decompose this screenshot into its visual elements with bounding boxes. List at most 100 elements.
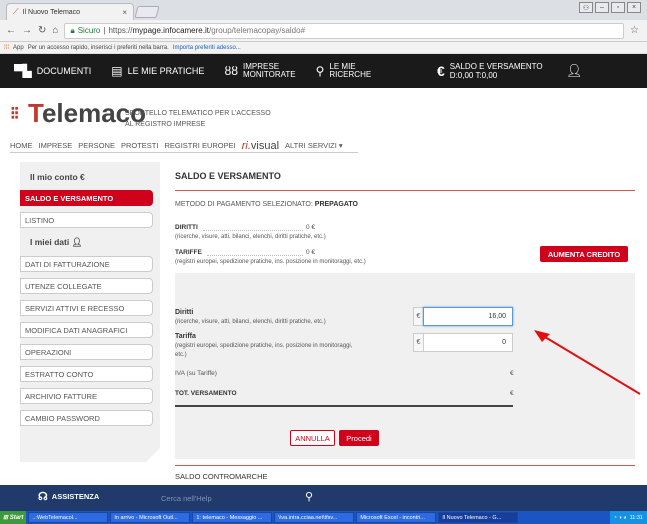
new-tab-button[interactable] [134, 6, 160, 18]
user-profile-icon[interactable]: ⚇ [579, 2, 593, 13]
forward-icon[interactable]: → [22, 25, 32, 36]
logo-dots-icon: ⁝⁝ [10, 103, 19, 124]
nav-pratiche[interactable]: ▤ LE MIE PRATICHE [101, 65, 214, 77]
nav-imprese-monitorate[interactable]: ȣȣ IMPRESE MONITORATE [214, 63, 305, 79]
sidebar-item-servizi[interactable]: SERVIZI ATTIVI E RECESSO [20, 300, 153, 316]
sidebar-item-operazioni[interactable]: OPERAZIONI [20, 344, 153, 360]
lock-icon: 🔒︎ [70, 25, 75, 35]
taskbar-item-network[interactable]: \\va.intra.cciaa.net\tfsv... [274, 512, 355, 523]
sidebar-item-fatturazione[interactable]: DATI DI FATTURAZIONE [20, 256, 153, 272]
apps-link[interactable]: App [13, 45, 24, 51]
sidebar-heading-conto: Il mio conto € [30, 172, 85, 182]
sidebar-corner-fold [146, 448, 160, 462]
menu-imprese[interactable]: IMPRESE [39, 141, 73, 150]
tab-title: Il Nuovo Telemaco [22, 8, 81, 16]
aumenta-credito-button[interactable]: AUMENTA CREDITO [540, 246, 628, 262]
nav-documenti[interactable]: ▀▙ DOCUMENTI [4, 65, 101, 77]
browser-tab[interactable]: ⟋ Il Nuovo Telemaco × [6, 3, 134, 20]
menu-protesti[interactable]: PROTESTI [121, 141, 159, 150]
help-search-icon[interactable]: ⚲ [305, 490, 313, 503]
support-icon: ☊ [38, 491, 48, 503]
saldo-contromarche-heading: SALDO CONTROMARCHE [175, 472, 268, 481]
top-navigation: ▀▙ DOCUMENTI ▤ LE MIE PRATICHE ȣȣ IMPRES… [0, 54, 647, 88]
tot-versamento-value: € [510, 390, 514, 397]
document-icon: ▤ [111, 64, 123, 78]
sidebar-item-archivio[interactable]: ARCHIVIO FATTURE [20, 388, 153, 404]
iva-value: € [510, 370, 514, 377]
sidebar-item-listino[interactable]: LISTINO [20, 212, 153, 228]
home-icon[interactable]: ⌂ [52, 25, 58, 36]
apps-icon[interactable]: ⁞⁞⁞ [4, 45, 9, 51]
title-divider [175, 190, 635, 191]
taskbar-item-excel[interactable]: Microsoft Excel - incontri... [356, 512, 437, 523]
nav-saldo-label-2: D:0,00 T:0,00 [449, 71, 498, 80]
nav-pratiche-label: LE MIE PRATICHE [127, 65, 205, 76]
procedi-button[interactable]: Procedi [339, 430, 379, 446]
search-icon: ⚲ [315, 64, 325, 78]
tagline-line-1: SPORTELLO TELEMATICO PER L'ACCESSO [125, 110, 271, 117]
nav-saldo[interactable]: € SALDO E VERSAMENTO D:0,00 T:0,00 [437, 54, 543, 88]
form-tariffa-note-2: etc.) [175, 352, 187, 358]
sidebar-item-utenze[interactable]: UTENZE COLLEGATE [20, 278, 153, 294]
bookmark-star-icon[interactable]: ☆ [630, 25, 639, 36]
taskbar-item-telemaco[interactable]: Il Nuovo Telemaco - G... [438, 512, 519, 523]
sidebar-item-saldo[interactable]: SALDO E VERSAMENTO [20, 190, 153, 206]
import-bookmarks-link[interactable]: Importa preferiti adesso... [173, 45, 241, 51]
menu-persone[interactable]: PERSONE [78, 141, 115, 150]
minimize-icon[interactable]: – [595, 2, 609, 13]
nav-imprese-label-2: MONITORATE [243, 70, 296, 79]
reload-icon[interactable]: ↻ [38, 25, 46, 36]
diritti-note: (ricerche, visure, atti, bilanci, elench… [175, 234, 326, 240]
form-diritti-currency: € [413, 307, 423, 326]
menu-rivisual[interactable]: ri.visual [242, 140, 279, 152]
bookmarks-hint: Per un accesso rapido, inserisci i prefe… [27, 44, 169, 51]
secure-label: Sicuro [77, 26, 101, 35]
tariffa-amount-input[interactable] [423, 333, 513, 352]
url-separator: | [103, 26, 106, 35]
menu-registri-europei[interactable]: REGISTRI EUROPEI [164, 141, 235, 150]
windows-taskbar: ⊞ Start ..:WebTelemacol... In arrivo - M… [0, 511, 647, 524]
maximize-icon[interactable]: ▫ [611, 2, 625, 13]
nav-ricerche[interactable]: ⚲ LE MIE RICERCHE [306, 63, 382, 79]
annulla-button[interactable]: ANNULLA [290, 430, 335, 446]
diritti-amount-input[interactable] [423, 307, 513, 326]
system-tray: ◔ ◑ ◕ 11:31 [609, 511, 647, 524]
close-window-icon[interactable]: × [627, 2, 641, 13]
nav-saldo-label-1: SALDO E VERSAMENTO [449, 62, 543, 71]
user-icon[interactable]: 👤︎ [566, 63, 583, 79]
url-field[interactable]: 🔒︎ Sicuro | https://mypage.infocamere.it… [64, 22, 625, 39]
euro-icon: € [437, 63, 445, 79]
window-controls: ⚇ – ▫ × [579, 2, 641, 13]
assistenza-link[interactable]: ☊ ASSISTENZA [38, 490, 99, 503]
help-search-input[interactable]: Cerca nell'Help [161, 494, 212, 503]
sidebar-item-password[interactable]: CAMBIO PASSWORD [20, 410, 153, 426]
back-icon[interactable]: ← [6, 25, 16, 36]
bottom-divider [175, 465, 635, 466]
form-diritti-note: (ricerche, visure, atti, bilanci, elench… [175, 319, 326, 325]
tray-icons[interactable]: ◔ ◑ ◕ [614, 515, 627, 521]
telemaco-favicon-icon: ⟋ [13, 7, 19, 16]
windows-logo-icon: ⊞ [3, 515, 9, 521]
menu-home[interactable]: HOME [10, 141, 33, 150]
clock: 11:31 [629, 514, 643, 521]
sidebar-item-estratto[interactable]: ESTRATTO CONTO [20, 366, 153, 382]
footer-bar: ☊ ASSISTENZA Cerca nell'Help ⚲ [0, 485, 647, 511]
browser-tabstrip: ⟋ Il Nuovo Telemaco × ⚇ – ▫ × [0, 0, 647, 20]
header-tagline: SPORTELLO TELEMATICO PER L'ACCESSO AL RE… [125, 108, 271, 130]
taskbar-item-messaggio[interactable]: 1: telemaco - Messaggio ... [192, 512, 273, 523]
url-host: mypage.infocamere.it [132, 26, 209, 35]
tariffe-note: (registri europei, spedizione pratiche, … [175, 259, 366, 265]
sidebar-item-modifica[interactable]: MODIFICA DATI ANAGRAFICI [20, 322, 153, 338]
taskbar-item-outlook[interactable]: In arrivo - Microsoft Outl... [110, 512, 191, 523]
total-underline [175, 405, 513, 407]
tariffe-label: TARIFFE [175, 249, 202, 256]
tagline-line-2: AL REGISTRO IMPRESE [125, 121, 206, 128]
close-tab-icon[interactable]: × [122, 8, 127, 17]
taskbar-item-webtelemaco[interactable]: ..:WebTelemacol... [28, 512, 109, 523]
menu-altri-servizi[interactable]: ALTRI SERVIZI ▾ [285, 141, 343, 150]
bookmarks-bar: ⁞⁞⁞ App Per un accesso rapido, inserisci… [0, 42, 647, 54]
tariffe-value: 0 € [306, 249, 316, 256]
diritti-value: 0 € [306, 224, 316, 231]
start-button[interactable]: ⊞ Start [0, 511, 27, 524]
binoculars-icon: ȣȣ [224, 64, 239, 78]
